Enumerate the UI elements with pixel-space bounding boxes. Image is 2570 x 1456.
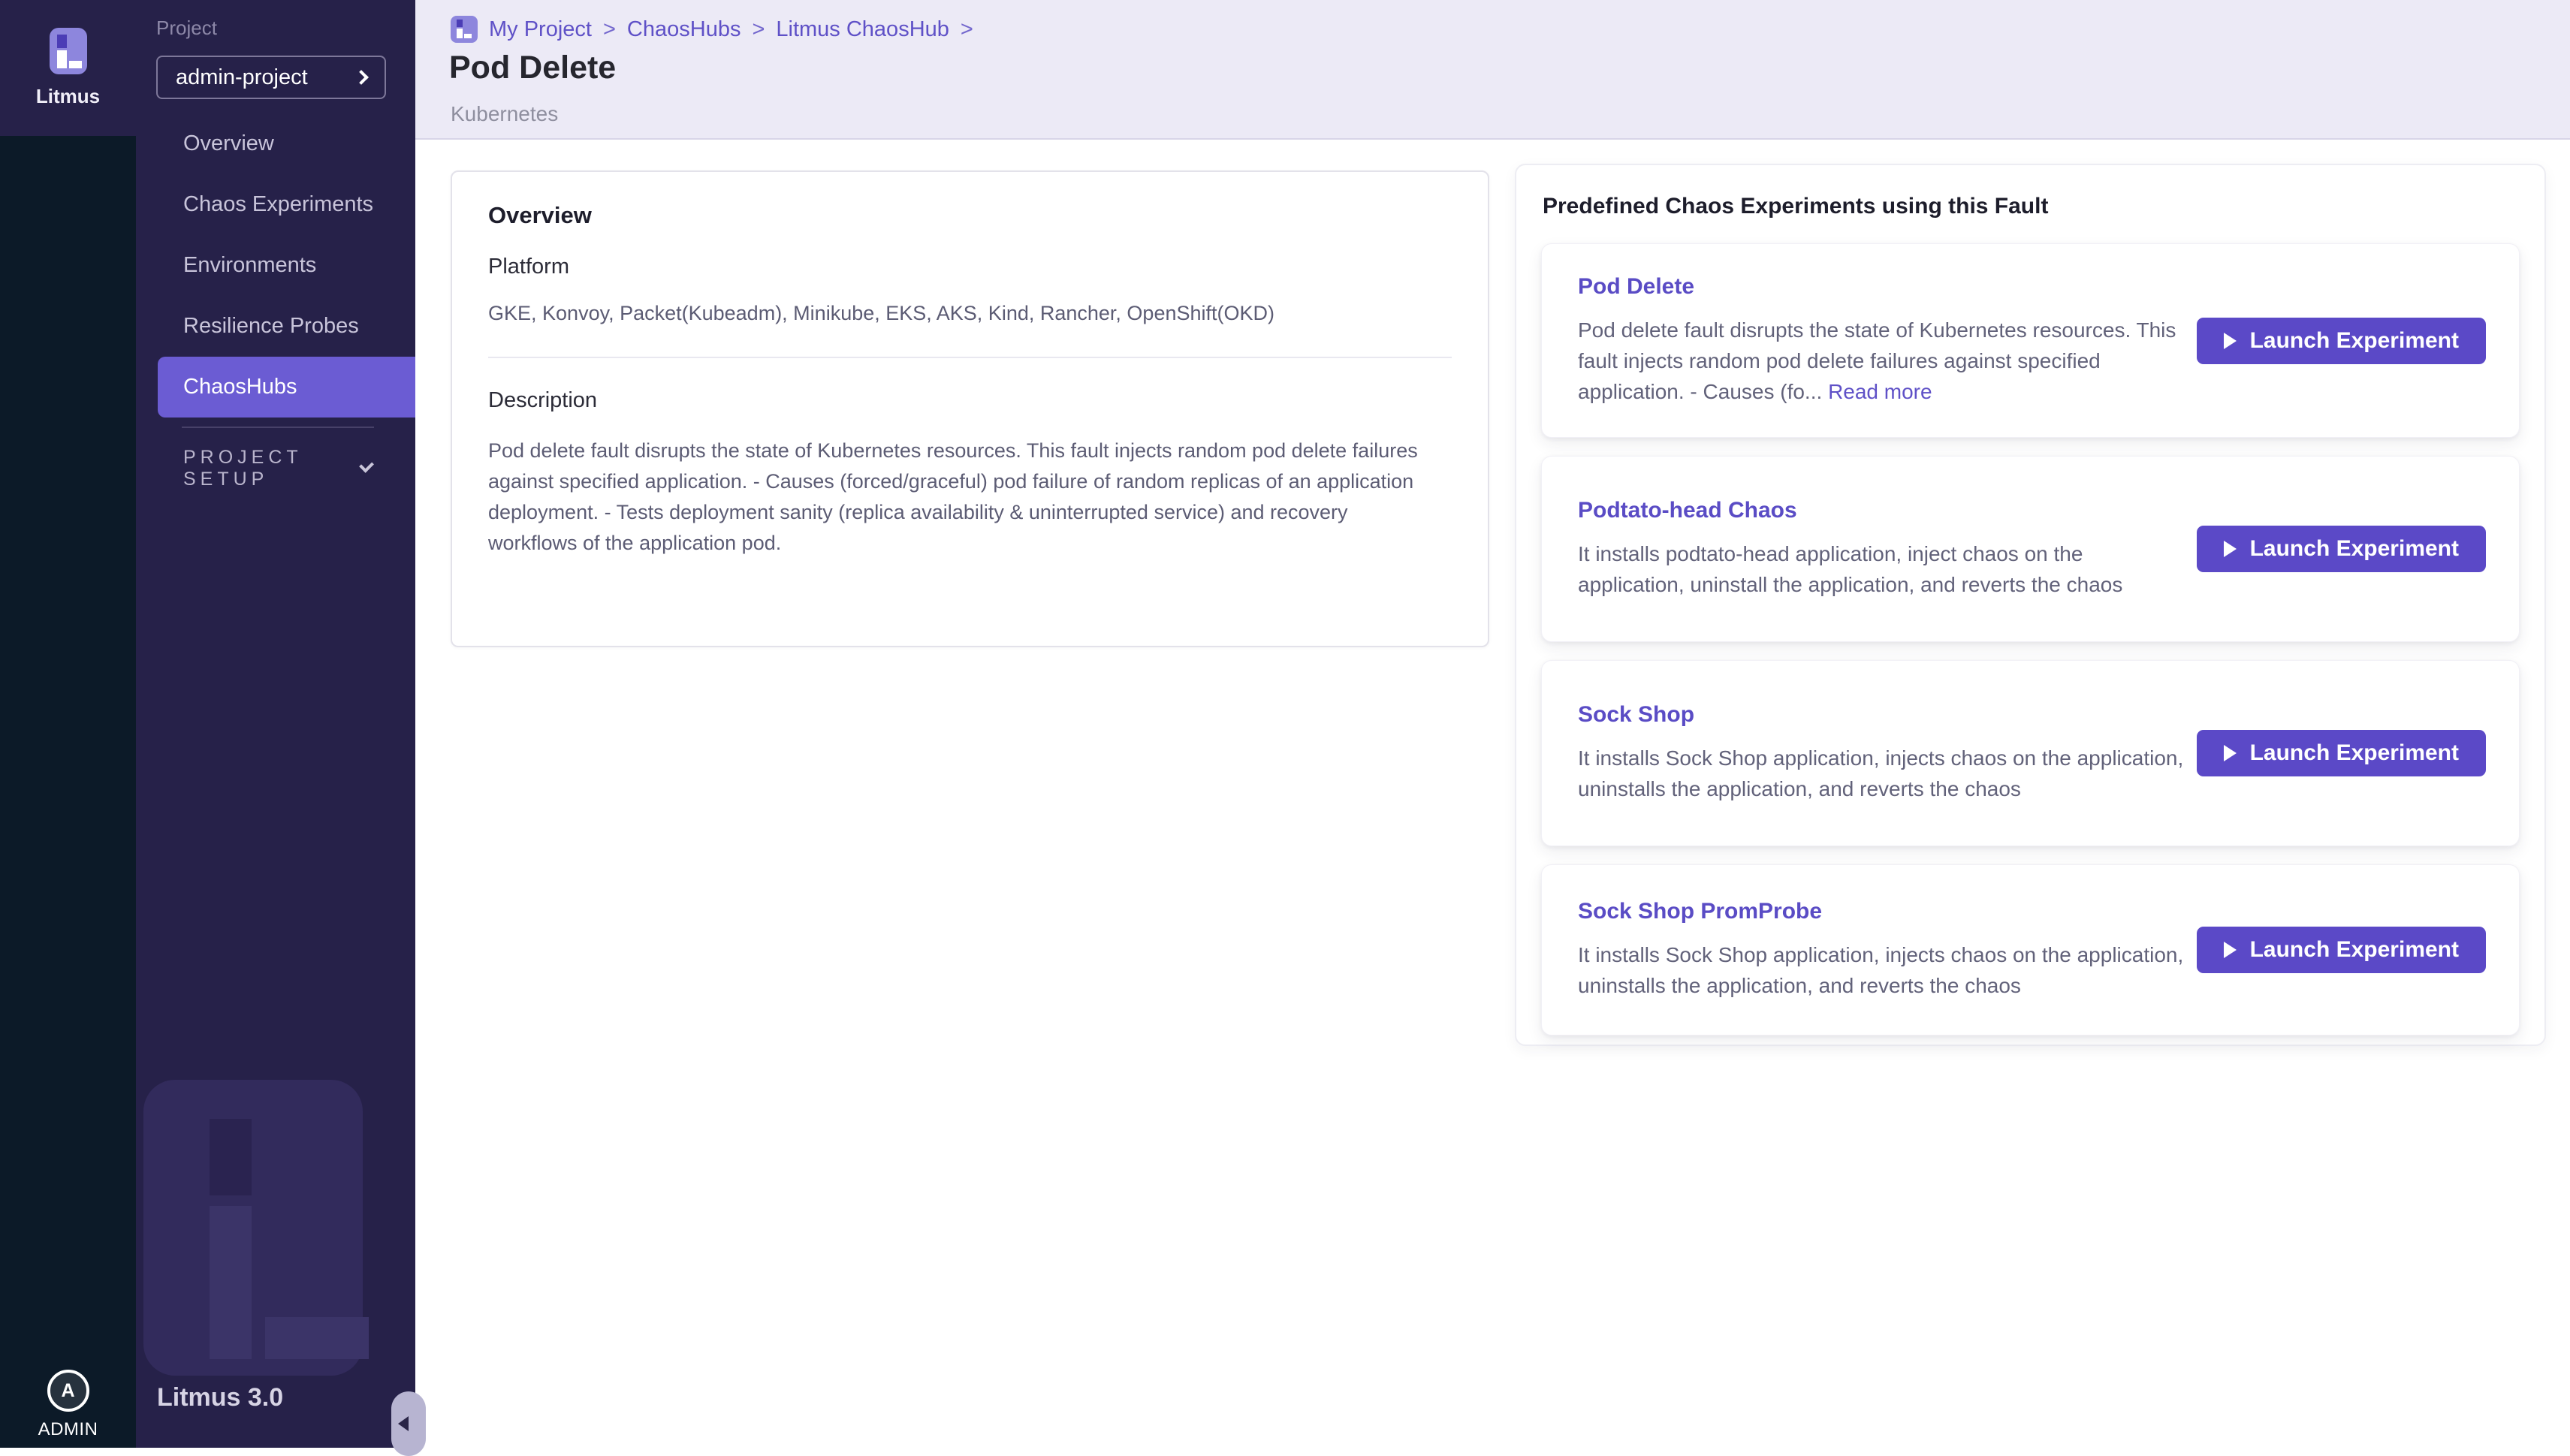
- project-select[interactable]: admin-project: [156, 56, 386, 99]
- rail-bottom: A ADMIN: [0, 1370, 136, 1440]
- page-title: Pod Delete: [449, 50, 616, 86]
- experiment-card-sock-shop-promprobe: Sock Shop PromProbe It installs Sock Sho…: [1541, 864, 2520, 1035]
- page-subtitle: Kubernetes: [451, 102, 558, 126]
- rail-body: A ADMIN: [0, 136, 136, 1448]
- experiment-card-sock-shop: Sock Shop It installs Sock Shop applicat…: [1541, 660, 2520, 846]
- play-icon: [2224, 541, 2237, 557]
- read-more-link[interactable]: Read more: [1828, 380, 1932, 403]
- sidebar-nav: Overview Chaos Experiments Environments …: [136, 113, 415, 418]
- sidebar-item-environments[interactable]: Environments: [136, 235, 415, 296]
- litmus-logo-cap: [57, 35, 67, 48]
- launch-experiment-button[interactable]: Launch Experiment: [2197, 526, 2486, 572]
- sidebar-item-resilience-probes[interactable]: Resilience Probes: [136, 296, 415, 357]
- breadcrumb-separator: >: [961, 17, 973, 42]
- brand-block: Litmus: [0, 0, 136, 136]
- sidebar-item-label: Resilience Probes: [183, 314, 359, 339]
- platform-values: GKE, Konvoy, Packet(Kubeadm), Minikube, …: [488, 302, 1452, 325]
- experiment-title[interactable]: Podtato-head Chaos: [1578, 498, 1797, 523]
- predefined-experiments-heading: Predefined Chaos Experiments using this …: [1541, 194, 2520, 219]
- chevron-down-icon: [359, 458, 374, 473]
- watermark-vbar: [210, 1206, 252, 1359]
- launch-button-label: Launch Experiment: [2250, 937, 2459, 963]
- experiment-card-list: Pod Delete Pod delete fault disrupts the…: [1541, 243, 2520, 1035]
- experiment-description: It installs podtato-head application, in…: [1578, 538, 2186, 600]
- play-icon: [2224, 942, 2237, 958]
- experiment-description: It installs Sock Shop application, injec…: [1578, 939, 2186, 1001]
- brand-rail: Litmus A ADMIN: [0, 0, 136, 1448]
- main-area: Overview Platform GKE, Konvoy, Packet(Ku…: [415, 140, 2570, 1448]
- litmus-breadcrumb-icon: [451, 16, 478, 43]
- sidebar-divider: [182, 427, 374, 428]
- play-icon: [2224, 333, 2237, 349]
- litmus-logo-hbar: [69, 61, 82, 68]
- experiment-description: It installs Sock Shop application, injec…: [1578, 743, 2186, 804]
- launch-experiment-button[interactable]: Launch Experiment: [2197, 318, 2486, 364]
- sidebar-item-label: Chaos Experiments: [183, 192, 373, 217]
- project-setup-label: PROJECT SETUP: [183, 447, 333, 490]
- sidebar-item-overview[interactable]: Overview: [136, 113, 415, 174]
- collapse-sidebar-handle[interactable]: [391, 1391, 426, 1456]
- project-select-value: admin-project: [176, 65, 308, 90]
- experiment-description: Pod delete fault disrupts the state of K…: [1578, 315, 2186, 407]
- admin-label: ADMIN: [38, 1419, 98, 1440]
- breadcrumb-litmus-chaoshub[interactable]: Litmus ChaosHub: [776, 17, 949, 42]
- watermark-hbar: [265, 1317, 369, 1359]
- overview-heading: Overview: [488, 202, 1452, 229]
- predefined-experiments-panel: Predefined Chaos Experiments using this …: [1515, 164, 2546, 1046]
- breadcrumb-separator: >: [603, 17, 616, 42]
- breadcrumb-chaoshubs[interactable]: ChaosHubs: [627, 17, 741, 42]
- litmus-logo-icon: [50, 28, 87, 74]
- launch-experiment-button[interactable]: Launch Experiment: [2197, 730, 2486, 776]
- play-icon: [2224, 745, 2237, 761]
- breadcrumb-my-project[interactable]: My Project: [489, 17, 592, 42]
- collapse-left-icon: [398, 1416, 409, 1431]
- experiment-title[interactable]: Sock Shop PromProbe: [1578, 899, 1822, 924]
- chevron-right-icon: [354, 70, 369, 85]
- experiment-title[interactable]: Sock Shop: [1578, 702, 1694, 728]
- page-header: My Project > ChaosHubs > Litmus ChaosHub…: [415, 0, 2570, 140]
- brand-label: Litmus: [36, 85, 100, 108]
- sidebar-item-chaoshubs[interactable]: ChaosHubs: [158, 357, 415, 418]
- litmus-watermark-icon: [143, 1080, 363, 1376]
- description-label: Description: [488, 388, 1452, 413]
- sidebar-item-label: ChaosHubs: [183, 375, 297, 399]
- experiment-title[interactable]: Pod Delete: [1578, 274, 1694, 300]
- project-label: Project: [156, 17, 217, 40]
- launch-button-label: Launch Experiment: [2250, 740, 2459, 766]
- breadcrumb-separator: >: [752, 17, 765, 42]
- litmus-logo-vbar: [57, 50, 67, 68]
- sidebar-item-label: Overview: [183, 131, 274, 156]
- launch-button-label: Launch Experiment: [2250, 328, 2459, 354]
- project-setup-toggle[interactable]: PROJECT SETUP: [183, 449, 371, 488]
- content: My Project > ChaosHubs > Litmus ChaosHub…: [415, 0, 2570, 1448]
- platform-label: Platform: [488, 255, 1452, 279]
- watermark-cap: [210, 1119, 252, 1195]
- version-label: Litmus 3.0: [157, 1383, 283, 1412]
- experiment-card-pod-delete: Pod Delete Pod delete fault disrupts the…: [1541, 243, 2520, 438]
- avatar[interactable]: A: [47, 1370, 89, 1412]
- experiment-card-podtato-head: Podtato-head Chaos It installs podtato-h…: [1541, 456, 2520, 642]
- breadcrumb: My Project > ChaosHubs > Litmus ChaosHub…: [451, 16, 973, 43]
- overview-card: Overview Platform GKE, Konvoy, Packet(Ku…: [451, 170, 1489, 647]
- launch-experiment-button[interactable]: Launch Experiment: [2197, 927, 2486, 973]
- launch-button-label: Launch Experiment: [2250, 536, 2459, 562]
- overview-divider: [488, 357, 1452, 358]
- sidebar: Project admin-project Overview Chaos Exp…: [136, 0, 415, 1448]
- app-root: Litmus A ADMIN Project admin-project Ove…: [0, 0, 2570, 1448]
- sidebar-item-chaos-experiments[interactable]: Chaos Experiments: [136, 174, 415, 235]
- sidebar-item-label: Environments: [183, 253, 316, 278]
- description-text: Pod delete fault disrupts the state of K…: [488, 436, 1427, 559]
